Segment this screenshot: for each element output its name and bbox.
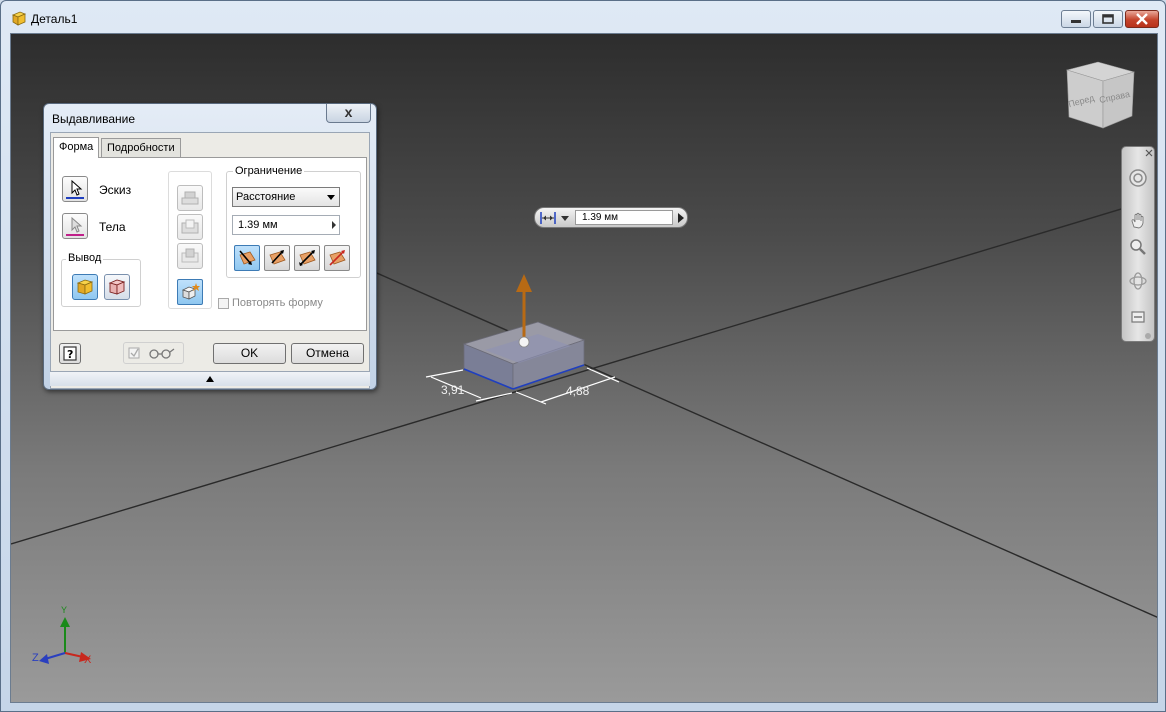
cut-icon xyxy=(181,219,199,234)
close-icon xyxy=(1136,13,1148,25)
preview-glasses-icon xyxy=(128,347,175,359)
dialog-body: Форма Подробности Эскиз Тела Вывод Огран… xyxy=(50,132,370,389)
dialog-close-button[interactable]: x xyxy=(326,104,371,123)
new-solid-button[interactable] xyxy=(177,279,203,305)
minimize-icon xyxy=(1071,20,1081,23)
output-group-title: Вывод xyxy=(66,252,104,264)
title-bar[interactable]: Деталь1 xyxy=(1,1,1165,33)
close-window-button[interactable] xyxy=(1125,10,1159,28)
restore-icon xyxy=(1102,14,1114,24)
direction-2-button[interactable] xyxy=(264,245,290,271)
direction-symmetric-button[interactable] xyxy=(294,245,320,271)
ok-button[interactable]: OK xyxy=(213,343,286,364)
cursor-arrow-icon xyxy=(66,216,84,236)
extents-type-select[interactable]: Расстояние xyxy=(232,187,340,207)
intersect-icon xyxy=(181,248,199,263)
mini-distance-input[interactable]: 1.39 мм xyxy=(575,210,673,225)
tab-more[interactable]: Подробности xyxy=(101,138,181,157)
navigation-bar xyxy=(1121,146,1155,342)
dialog-expander[interactable] xyxy=(50,371,370,386)
axis-z-label: Z xyxy=(32,652,39,664)
help-icon: ? xyxy=(63,346,77,361)
cut-operation-button[interactable] xyxy=(177,214,203,240)
steering-wheel-icon[interactable] xyxy=(1128,168,1148,188)
chevron-down-icon xyxy=(561,216,569,221)
direction-asymmetric-button[interactable] xyxy=(324,245,350,271)
axis-y-label: Y xyxy=(61,605,68,615)
extents-group-title: Ограничение xyxy=(233,165,305,177)
dimension-left-text[interactable]: 3,91 xyxy=(441,383,464,397)
direction-1-button[interactable] xyxy=(234,245,260,271)
direction-flipped-icon xyxy=(269,250,286,265)
output-solid-button[interactable] xyxy=(72,274,98,300)
axis-x-label: X xyxy=(84,654,92,666)
chevron-down-icon xyxy=(327,195,335,200)
tab-shape[interactable]: Форма xyxy=(53,137,100,158)
output-surface-button[interactable] xyxy=(104,274,130,300)
match-shape-checkbox[interactable] xyxy=(218,298,229,309)
solid-cube-icon xyxy=(76,279,94,295)
coordinate-triad xyxy=(39,617,91,664)
distance-input[interactable]: 1.39 мм xyxy=(232,215,340,235)
expand-up-icon xyxy=(206,376,214,382)
join-icon xyxy=(181,191,199,205)
solids-select-button[interactable] xyxy=(62,213,88,239)
distance-value: 1.39 мм xyxy=(238,219,278,231)
direction-asymmetric-icon xyxy=(329,250,346,266)
flyout-arrow-icon[interactable] xyxy=(332,221,336,229)
solids-label: Тела xyxy=(99,220,126,234)
extrude-dialog: Выдавливание x Форма Подробности Эскиз Т… xyxy=(43,103,377,390)
part-file-icon xyxy=(11,11,27,26)
help-button[interactable]: ? xyxy=(59,343,81,364)
minimize-button[interactable] xyxy=(1061,10,1091,28)
cancel-button[interactable]: Отмена xyxy=(291,343,364,364)
pan-hand-icon[interactable] xyxy=(1128,211,1148,231)
sketch-label: Эскиз xyxy=(99,183,132,197)
extents-type-value: Расстояние xyxy=(236,191,296,203)
customize-icon[interactable] xyxy=(1144,332,1152,340)
preview-toggle[interactable] xyxy=(123,342,184,364)
new-solid-icon xyxy=(181,283,200,300)
orbit-icon[interactable] xyxy=(1128,271,1148,291)
svg-text:?: ? xyxy=(67,348,73,361)
tab-panel-shape: Эскиз Тела Вывод Ограничение Расстояние … xyxy=(53,157,367,331)
look-at-icon[interactable] xyxy=(1128,307,1148,327)
match-shape-label: Повторять форму xyxy=(232,297,323,309)
direction-symmetric-icon xyxy=(299,250,316,266)
surface-cube-icon xyxy=(108,279,126,295)
extent-type-icon[interactable] xyxy=(539,210,573,226)
profile-select-button[interactable] xyxy=(62,176,88,202)
direction-default-icon xyxy=(239,250,256,265)
restore-button[interactable] xyxy=(1093,10,1123,28)
join-operation-button[interactable] xyxy=(177,185,203,211)
window-title: Деталь1 xyxy=(31,12,78,26)
close-icon[interactable] xyxy=(1145,149,1153,157)
dimension-right-text[interactable]: 4,88 xyxy=(566,384,589,398)
dialog-title: Выдавливание xyxy=(52,112,136,126)
cursor-arrow-icon xyxy=(66,179,84,199)
intersect-operation-button[interactable] xyxy=(177,243,203,269)
zoom-icon[interactable] xyxy=(1128,237,1148,257)
grid-axis-line xyxy=(310,243,1157,618)
mini-toolbar[interactable]: 1.39 мм xyxy=(534,207,688,228)
apply-arrow-icon[interactable] xyxy=(676,211,686,225)
